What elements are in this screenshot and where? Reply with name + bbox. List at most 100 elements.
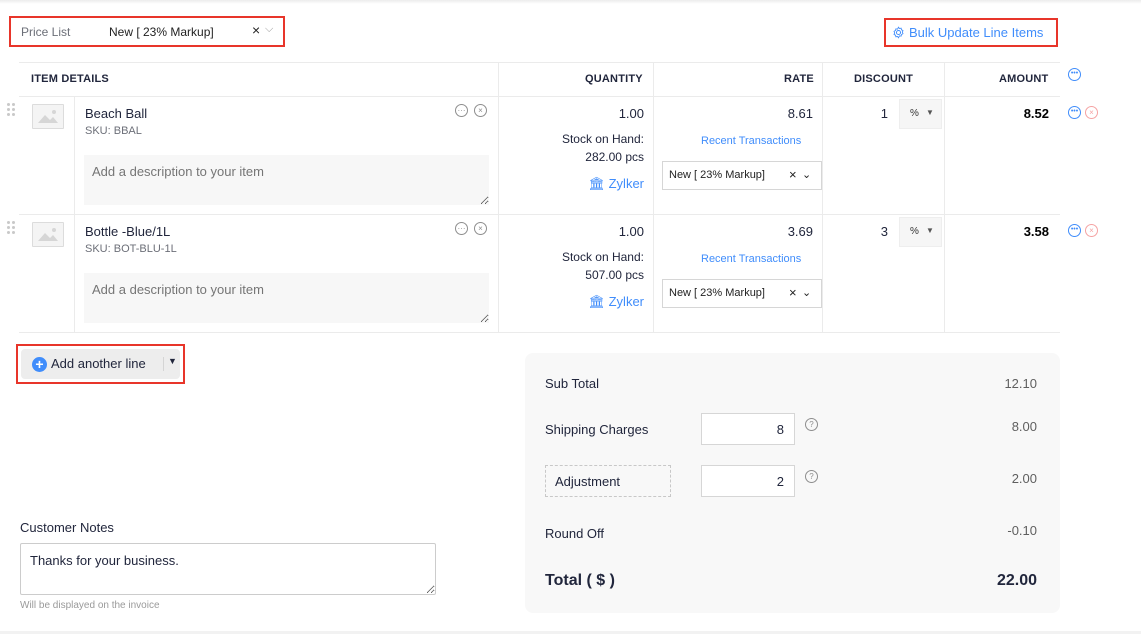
caret-down-icon[interactable]: ▼ <box>168 356 177 366</box>
item-sku: SKU: BBAL <box>85 125 142 137</box>
customer-notes-hint: Will be displayed on the invoice <box>20 600 160 611</box>
chevron-down-icon[interactable]: ⌄ <box>802 286 811 299</box>
clear-icon[interactable]: × <box>789 285 797 300</box>
recent-transactions-link[interactable]: Recent Transactions <box>701 135 801 147</box>
shipping-charges-label: Shipping Charges <box>545 422 649 437</box>
divider <box>19 332 1060 333</box>
chevron-down-icon[interactable]: ⌵ <box>265 23 273 36</box>
help-icon[interactable]: ? <box>805 418 818 431</box>
totals-panel: Sub Total 12.10 Shipping Charges 8 ? 8.0… <box>525 353 1060 613</box>
warehouse-name: Zylker <box>608 176 644 191</box>
adjustment-label-input[interactable]: Adjustment <box>545 465 671 497</box>
clear-icon[interactable]: × <box>789 167 797 182</box>
item-name[interactable]: Bottle -Blue/1L <box>85 224 170 239</box>
divider <box>822 62 823 332</box>
row-price-list-select[interactable]: New [ 23% Markup] × ⌄ <box>662 161 822 190</box>
item-name[interactable]: Beach Ball <box>85 106 147 121</box>
add-another-line-label: Add another line <box>51 356 146 371</box>
clear-item-icon[interactable]: × <box>474 104 487 117</box>
more-options-icon[interactable]: ··· <box>455 104 468 117</box>
clear-icon[interactable]: × <box>252 22 260 38</box>
warehouse-icon: 🏛 <box>588 294 605 309</box>
price-list-value: New [ 23% Markup] <box>109 25 214 39</box>
row-options-icon[interactable]: ••• <box>1068 106 1081 119</box>
price-list-label: Price List <box>21 25 71 39</box>
caret-down-icon: ▼ <box>926 226 934 235</box>
total-label: Total ( $ ) <box>545 572 615 589</box>
rate-value[interactable]: 3.69 <box>733 224 813 239</box>
round-off-value: -0.10 <box>1007 523 1037 538</box>
customer-notes-label: Customer Notes <box>20 520 114 535</box>
discount-value[interactable]: 1 <box>860 106 888 121</box>
remove-row-icon[interactable]: × <box>1085 224 1098 237</box>
top-shadow <box>0 0 1141 4</box>
header-rate: RATE <box>784 73 814 85</box>
row-price-list-select[interactable]: New [ 23% Markup] × ⌄ <box>662 279 822 308</box>
stock-on-hand-label: Stock on Hand: <box>561 250 644 264</box>
bulk-update-line-items-button[interactable]: Bulk Update Line Items <box>884 18 1058 47</box>
discount-type-select[interactable]: % ▼ <box>899 217 942 247</box>
divider <box>74 96 75 332</box>
divider <box>19 96 1060 97</box>
header-item-details: ITEM DETAILS <box>31 73 109 85</box>
more-options-icon[interactable]: ··· <box>455 222 468 235</box>
discount-type-value: % <box>910 108 919 119</box>
divider <box>653 62 654 332</box>
drag-handle-icon[interactable] <box>7 103 15 117</box>
warehouse-link[interactable]: 🏛 Zylker <box>560 294 644 310</box>
amount-value: 3.58 <box>1023 224 1049 239</box>
total-value: 22.00 <box>996 572 1037 589</box>
round-off-label: Round Off <box>545 526 605 541</box>
item-sku: SKU: BOT-BLU-1L <box>85 243 177 255</box>
image-placeholder-icon[interactable] <box>32 222 64 247</box>
item-description-input[interactable] <box>84 155 489 205</box>
quantity-value[interactable]: 1.00 <box>560 224 644 239</box>
divider <box>19 62 1060 63</box>
header-discount: DISCOUNT <box>854 73 914 85</box>
plus-circle-icon: + <box>32 357 47 372</box>
recent-transactions-link[interactable]: Recent Transactions <box>701 253 801 265</box>
warehouse-name: Zylker <box>608 294 644 309</box>
item-description-input[interactable] <box>84 273 489 323</box>
discount-type-value: % <box>910 226 919 237</box>
divider <box>498 62 499 332</box>
price-list-select[interactable]: Price List New [ 23% Markup] × ⌵ <box>9 16 285 47</box>
add-line-highlight: + Add another line ▼ <box>16 344 185 384</box>
bulk-update-label: Bulk Update Line Items <box>909 25 1044 40</box>
divider <box>163 357 164 371</box>
header-quantity: QUANTITY <box>585 73 643 85</box>
row-options-icon[interactable]: ••• <box>1068 224 1081 237</box>
gear-icon <box>893 26 904 39</box>
discount-type-select[interactable]: % ▼ <box>899 99 942 129</box>
warehouse-icon: 🏛 <box>588 176 605 191</box>
divider <box>944 62 945 332</box>
adjustment-input[interactable]: 2 <box>701 465 795 497</box>
row-price-list-value: New [ 23% Markup] <box>669 287 765 299</box>
caret-down-icon: ▼ <box>926 108 934 117</box>
quantity-value[interactable]: 1.00 <box>560 106 644 121</box>
discount-value[interactable]: 3 <box>860 224 888 239</box>
sub-total-value: 12.10 <box>1004 376 1037 391</box>
adjustment-value: 2.00 <box>1011 471 1037 486</box>
shipping-charges-value: 8.00 <box>1011 419 1037 434</box>
amount-value: 8.52 <box>1023 106 1049 121</box>
sub-total-label: Sub Total <box>545 376 599 391</box>
rate-value[interactable]: 8.61 <box>733 106 813 121</box>
stock-on-hand-label: Stock on Hand: <box>561 132 644 146</box>
column-options-icon[interactable]: ••• <box>1068 68 1081 81</box>
drag-handle-icon[interactable] <box>7 221 15 235</box>
row-price-list-value: New [ 23% Markup] <box>669 169 765 181</box>
customer-notes-input[interactable]: Thanks for your business. <box>20 543 436 595</box>
clear-item-icon[interactable]: × <box>474 222 487 235</box>
add-another-line-button[interactable]: + Add another line ▼ <box>21 349 180 379</box>
image-placeholder-icon[interactable] <box>32 104 64 129</box>
stock-on-hand-value: 507.00 pcs <box>585 268 644 282</box>
remove-row-icon[interactable]: × <box>1085 106 1098 119</box>
help-icon[interactable]: ? <box>805 470 818 483</box>
warehouse-link[interactable]: 🏛 Zylker <box>560 176 644 192</box>
chevron-down-icon[interactable]: ⌄ <box>802 168 811 181</box>
header-amount: AMOUNT <box>999 73 1049 85</box>
shipping-charges-input[interactable]: 8 <box>701 413 795 445</box>
divider <box>19 214 1060 215</box>
stock-on-hand-value: 282.00 pcs <box>585 150 644 164</box>
